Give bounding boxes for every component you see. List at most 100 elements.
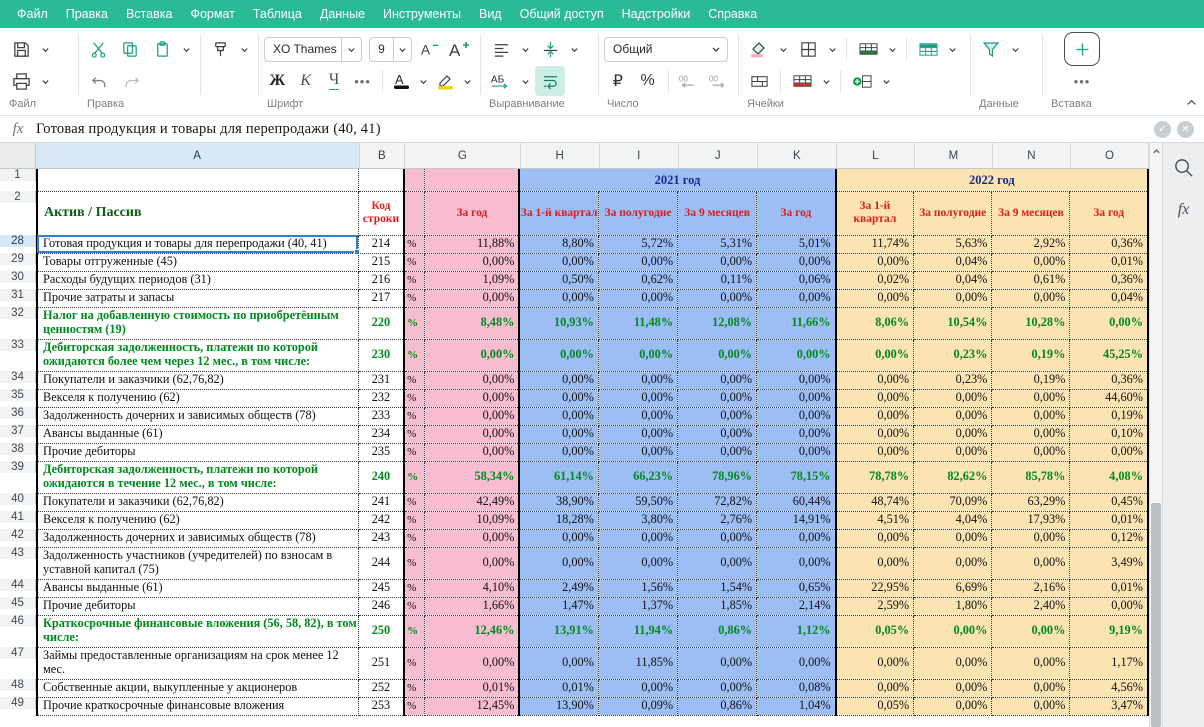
row-header-35[interactable]: 35 bbox=[0, 389, 36, 401]
formula-input[interactable]: Готовая продукция и товары для перепрода… bbox=[36, 121, 1154, 138]
cell-L-43[interactable]: 0,00% bbox=[836, 547, 914, 579]
cell-year-2022[interactable]: 2022 год bbox=[836, 169, 1148, 191]
cell-N-45[interactable]: 2,40% bbox=[992, 597, 1070, 615]
cell-O-41[interactable]: 0,01% bbox=[1070, 511, 1148, 529]
cell-N-30[interactable]: 0,61% bbox=[992, 271, 1070, 289]
cell-G-39[interactable]: 58,34% bbox=[425, 461, 520, 493]
cell-I-44[interactable]: 1,56% bbox=[598, 579, 677, 597]
cell-code-34[interactable]: 231 bbox=[358, 371, 404, 389]
cell-L-33[interactable]: 0,00% bbox=[836, 339, 914, 371]
table-row[interactable]: 39Дебиторская задолженность, платежи по … bbox=[0, 461, 1148, 493]
cell-M-44[interactable]: 6,69% bbox=[914, 579, 992, 597]
cell-K-42[interactable]: 0,00% bbox=[757, 529, 836, 547]
cell-H-40[interactable]: 38,90% bbox=[519, 493, 598, 511]
cell-pct-48[interactable]: % bbox=[404, 679, 425, 697]
row-header-36[interactable]: 36 bbox=[0, 407, 36, 419]
cell-name-47[interactable]: Займы предоставленные организациям на ср… bbox=[37, 647, 358, 679]
print-button[interactable] bbox=[6, 66, 36, 96]
cell-H-34[interactable]: 0,00% bbox=[519, 371, 598, 389]
table-row[interactable]: 28Готовая продукция и товары для перепро… bbox=[0, 235, 1148, 253]
cell-M-33[interactable]: 0,23% bbox=[914, 339, 992, 371]
cell-subheader-L[interactable]: За 1-й квартал bbox=[836, 191, 914, 235]
cell-K-40[interactable]: 60,44% bbox=[757, 493, 836, 511]
sheet-body[interactable]: 12021 год2022 год2Актив / ПассивКод стро… bbox=[0, 169, 1149, 727]
column-header-I[interactable]: I bbox=[600, 143, 679, 168]
cell-L-37[interactable]: 0,00% bbox=[836, 425, 914, 443]
cell-code-40[interactable]: 241 bbox=[358, 493, 404, 511]
column-header-K[interactable]: K bbox=[758, 143, 837, 168]
cell-M-35[interactable]: 0,00% bbox=[914, 389, 992, 407]
cell-L-36[interactable]: 0,00% bbox=[836, 407, 914, 425]
cell-K-47[interactable]: 0,00% bbox=[757, 647, 836, 679]
column-header-G[interactable]: G bbox=[405, 143, 521, 168]
cell-O-45[interactable]: 0,00% bbox=[1070, 597, 1148, 615]
cell-N-29[interactable]: 0,00% bbox=[992, 253, 1070, 271]
cell-name-43[interactable]: Задолженность участников (учредителей) п… bbox=[37, 547, 358, 579]
cell-code-28[interactable]: 214 bbox=[358, 235, 404, 253]
wrap-text-button[interactable] bbox=[535, 66, 565, 96]
cell-J-46[interactable]: 0,86% bbox=[678, 615, 757, 647]
cell-pct-44[interactable]: % bbox=[404, 579, 425, 597]
menu-item-7[interactable]: Вид bbox=[470, 3, 511, 25]
table-row[interactable]: 43Задолженность участников (учредителей)… bbox=[0, 547, 1148, 579]
cell-code-44[interactable]: 245 bbox=[358, 579, 404, 597]
cell-M-36[interactable]: 0,00% bbox=[914, 407, 992, 425]
cell-H-45[interactable]: 1,47% bbox=[519, 597, 598, 615]
cell-J-43[interactable]: 0,00% bbox=[678, 547, 757, 579]
cell-name-44[interactable]: Авансы выданные (61) bbox=[37, 579, 358, 597]
column-header-J[interactable]: J bbox=[679, 143, 758, 168]
table-row[interactable]: 38Прочие дебиторы235%0,00%0,00%0,00%0,00… bbox=[0, 443, 1148, 461]
cell-J-49[interactable]: 0,86% bbox=[678, 697, 757, 715]
cell-L-31[interactable]: 0,00% bbox=[836, 289, 914, 307]
cell-pct-46[interactable]: % bbox=[404, 615, 425, 647]
cell-M-43[interactable]: 0,00% bbox=[914, 547, 992, 579]
cell-I-47[interactable]: 11,85% bbox=[598, 647, 677, 679]
cell-N-37[interactable]: 0,00% bbox=[992, 425, 1070, 443]
cell-I-37[interactable]: 0,00% bbox=[598, 425, 677, 443]
percent-format-button[interactable]: % bbox=[634, 66, 662, 96]
merge-cells-button[interactable] bbox=[744, 66, 774, 96]
cell-G-47[interactable]: 0,00% bbox=[425, 647, 520, 679]
cell-pct-33[interactable]: % bbox=[404, 339, 425, 371]
cell-N-47[interactable]: 0,00% bbox=[992, 647, 1070, 679]
cell-name-41[interactable]: Векселя к получению (62) bbox=[37, 511, 358, 529]
cell-L-28[interactable]: 11,74% bbox=[836, 235, 914, 253]
paste-button[interactable] bbox=[147, 34, 177, 64]
font-name-combo[interactable]: XO Thames bbox=[264, 37, 362, 62]
cell-N-36[interactable]: 0,00% bbox=[992, 407, 1070, 425]
more-font-options-button[interactable]: ••• bbox=[349, 66, 375, 96]
cell-name-31[interactable]: Прочие затраты и запасы bbox=[37, 289, 358, 307]
cell-G-35[interactable]: 0,00% bbox=[425, 389, 520, 407]
row-header-47[interactable]: 47 bbox=[0, 647, 36, 659]
cell-N-28[interactable]: 2,92% bbox=[992, 235, 1070, 253]
cell-O-39[interactable]: 4,08% bbox=[1070, 461, 1148, 493]
cell-O-29[interactable]: 0,01% bbox=[1070, 253, 1148, 271]
currency-format-button[interactable]: ₽ bbox=[604, 66, 632, 96]
cell-name-28[interactable]: Готовая продукция и товары для перепрода… bbox=[37, 235, 358, 253]
cell-I-45[interactable]: 1,37% bbox=[598, 597, 677, 615]
font-color-dropdown-icon[interactable] bbox=[417, 66, 430, 96]
cell-L-38[interactable]: 0,00% bbox=[836, 443, 914, 461]
cell-code-49[interactable]: 253 bbox=[358, 697, 404, 715]
cell-name-40[interactable]: Покупатели и заказчики (62,76,82) bbox=[37, 493, 358, 511]
vertical-align-dropdown-icon[interactable] bbox=[567, 34, 582, 64]
cell-J-37[interactable]: 0,00% bbox=[678, 425, 757, 443]
row-header-45[interactable]: 45 bbox=[0, 597, 36, 609]
cell-code-47[interactable]: 251 bbox=[358, 647, 404, 679]
cell-A1[interactable] bbox=[37, 169, 358, 191]
font-color-button[interactable]: A bbox=[389, 66, 415, 96]
cell-J-36[interactable]: 0,00% bbox=[678, 407, 757, 425]
print-dropdown-icon[interactable] bbox=[38, 66, 53, 96]
menu-item-9[interactable]: Надстройки bbox=[613, 3, 700, 25]
cell-M-46[interactable]: 0,00% bbox=[914, 615, 992, 647]
table-row[interactable]: 33Дебиторская задолженность, платежи по … bbox=[0, 339, 1148, 371]
cell-J-33[interactable]: 0,00% bbox=[678, 339, 757, 371]
cell-M-45[interactable]: 1,80% bbox=[914, 597, 992, 615]
table-row[interactable]: 45Прочие дебиторы246%1,66%1,47%1,37%1,85… bbox=[0, 597, 1148, 615]
cell-L-49[interactable]: 0,05% bbox=[836, 697, 914, 715]
bold-button[interactable]: Ж bbox=[264, 66, 290, 96]
cell-K-28[interactable]: 5,01% bbox=[757, 235, 836, 253]
cell-G-29[interactable]: 0,00% bbox=[425, 253, 520, 271]
cell-J-28[interactable]: 5,31% bbox=[678, 235, 757, 253]
cell-name-32[interactable]: Налог на добавленную стоимость по приобр… bbox=[37, 307, 358, 339]
